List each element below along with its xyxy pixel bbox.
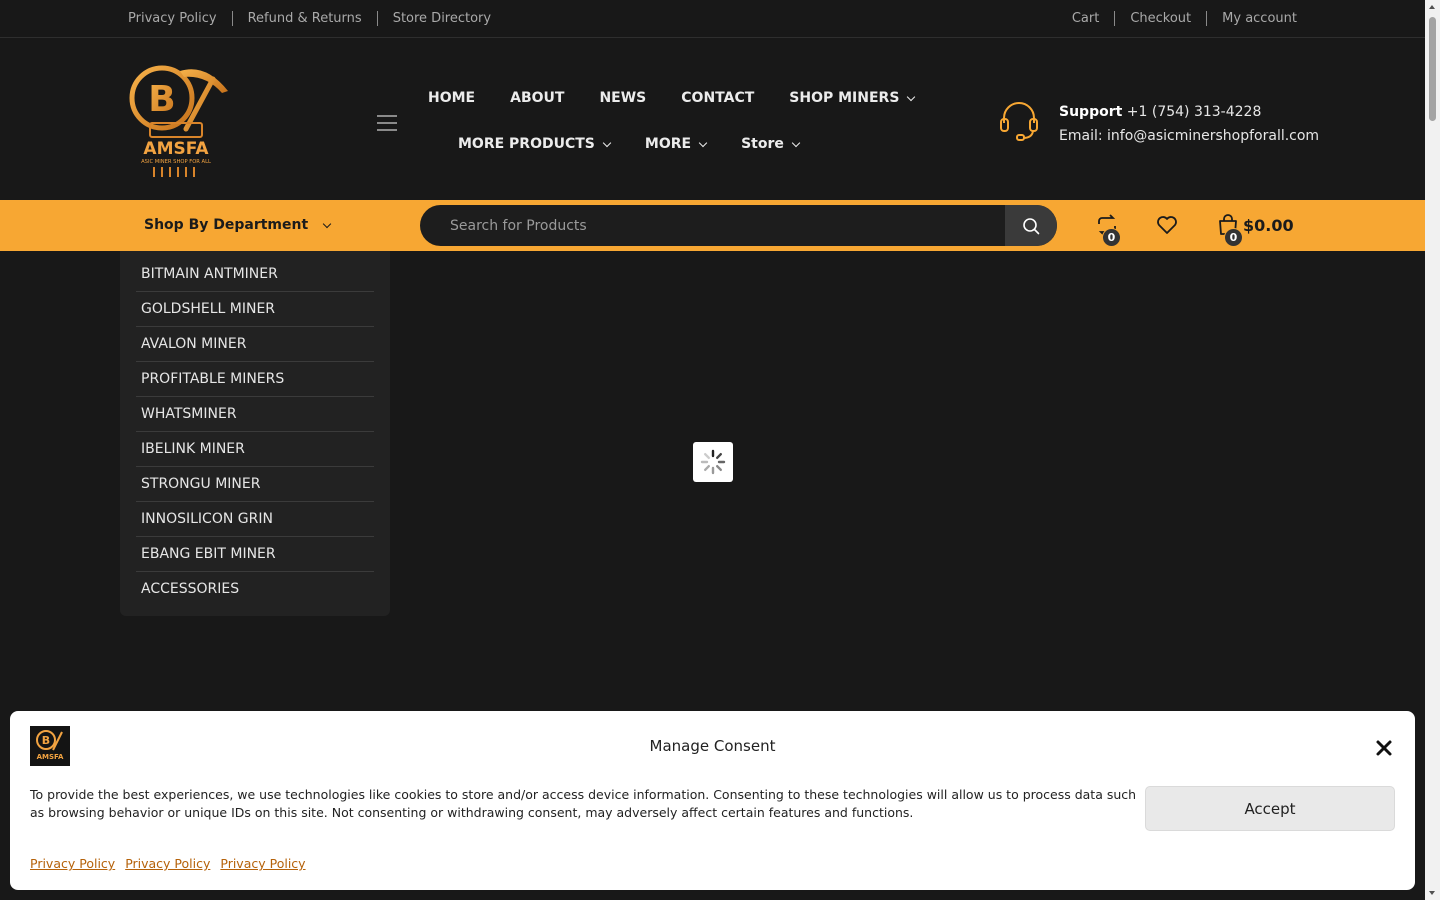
shop-by-department-toggle[interactable]: Shop By Department (144, 217, 332, 233)
accept-button[interactable]: Accept (1145, 786, 1395, 831)
chevron-down-icon (907, 92, 916, 101)
support-contact: Support +1 (754) 313-4228 Email: info@as… (1059, 100, 1319, 148)
cart-count-badge: 0 (1224, 228, 1243, 247)
consent-privacy-policy-link[interactable]: Privacy Policy (220, 856, 305, 871)
headset-icon (1000, 102, 1038, 141)
nav-home[interactable]: HOME (428, 90, 475, 106)
consent-links: Privacy Policy Privacy Policy Privacy Po… (30, 856, 316, 871)
department-list: BITMAIN ANTMINER GOLDSHELL MINER AVALON … (120, 251, 390, 616)
compare-button[interactable]: 0 (1095, 213, 1121, 247)
hamburger-icon[interactable] (377, 115, 397, 132)
divider (1206, 11, 1208, 26)
department-item[interactable]: WHATSMINER (136, 397, 374, 432)
department-item[interactable]: EBANG EBIT MINER (136, 537, 374, 572)
support-email[interactable]: Email: info@asicminershopforall.com (1059, 124, 1319, 148)
cart-button[interactable]: 0 (1216, 213, 1243, 247)
support-phone[interactable]: +1 (754) 313-4228 (1127, 104, 1262, 120)
compare-count-badge: 0 (1102, 228, 1121, 247)
cart-link[interactable]: Cart (1072, 11, 1100, 26)
consent-title: Manage Consent (649, 737, 776, 755)
logo-wordmark: AMSFA (143, 139, 209, 159)
department-item[interactable]: ACCESSORIES (136, 572, 374, 607)
main-nav-row-2: MORE PRODUCTS MORE Store (458, 136, 834, 152)
top-bar-left-links: Privacy Policy Refund & Returns Store Di… (128, 11, 491, 26)
product-search (420, 205, 1057, 246)
logo-tagline: ASIC MINER SHOP FOR ALL (141, 159, 211, 165)
scrollbar-thumb[interactable] (1429, 17, 1436, 121)
search-button[interactable] (1005, 205, 1057, 246)
department-search-bar: Shop By Department 0 0 $0.00 (0, 200, 1425, 251)
department-item[interactable]: AVALON MINER (136, 327, 374, 362)
department-item[interactable]: GOLDSHELL MINER (136, 292, 374, 327)
department-item[interactable]: BITMAIN ANTMINER (136, 257, 374, 292)
heart-icon (1157, 216, 1177, 234)
department-item[interactable]: STRONGU MINER (136, 467, 374, 502)
search-icon (1023, 217, 1040, 234)
consent-privacy-policy-link[interactable]: Privacy Policy (125, 856, 210, 871)
divider (1114, 11, 1116, 26)
cart-total[interactable]: $0.00 (1243, 216, 1294, 235)
loading-indicator (693, 442, 733, 482)
consent-description: To provide the best experiences, we use … (30, 787, 1137, 820)
nav-shop-miners[interactable]: SHOP MINERS (789, 90, 916, 106)
cookie-consent-banner: B AMSFA Manage Consent To provide the be… (10, 711, 1415, 890)
chevron-down-icon (698, 138, 708, 147)
nav-store[interactable]: Store (741, 136, 801, 152)
chevron-down-icon (322, 219, 332, 228)
department-item[interactable]: INNOSILICON GRIN (136, 502, 374, 537)
nav-about[interactable]: ABOUT (510, 90, 564, 106)
refund-returns-link[interactable]: Refund & Returns (248, 11, 362, 26)
chevron-down-icon (791, 138, 801, 147)
main-nav-row-1: HOME ABOUT NEWS CONTACT SHOP MINERS (428, 90, 949, 106)
nav-more[interactable]: MORE (645, 136, 708, 152)
wishlist-button[interactable] (1155, 213, 1181, 239)
consent-privacy-policy-link[interactable]: Privacy Policy (30, 856, 115, 871)
my-account-link[interactable]: My account (1222, 11, 1297, 26)
department-item[interactable]: PROFITABLE MINERS (136, 362, 374, 397)
divider (231, 11, 233, 26)
site-header: B AMSFA ASIC MINER SHOP FOR ALL HOME ABO… (0, 38, 1425, 200)
department-item[interactable]: IBELINK MINER (136, 432, 374, 467)
nav-more-products[interactable]: MORE PRODUCTS (458, 136, 612, 152)
chevron-down-icon (602, 138, 612, 147)
scroll-down-arrow[interactable] (1429, 891, 1435, 895)
close-icon[interactable] (1375, 739, 1393, 757)
privacy-policy-link[interactable]: Privacy Policy (128, 11, 217, 26)
checkout-link[interactable]: Checkout (1130, 11, 1191, 26)
top-bar-right-links: Cart Checkout My account (1072, 11, 1297, 26)
page-scrollbar[interactable] (1425, 0, 1440, 900)
support-label: Support (1059, 104, 1123, 120)
top-bar: Privacy Policy Refund & Returns Store Di… (0, 0, 1425, 38)
store-directory-link[interactable]: Store Directory (393, 11, 491, 26)
search-input[interactable] (420, 205, 1005, 246)
site-logo[interactable]: B AMSFA ASIC MINER SHOP FOR ALL (128, 65, 228, 181)
divider (376, 11, 378, 26)
spinner-icon (700, 449, 726, 475)
scroll-up-arrow[interactable] (1429, 5, 1435, 9)
logo-symbol: B (148, 79, 175, 120)
nav-news[interactable]: NEWS (599, 90, 646, 106)
nav-contact[interactable]: CONTACT (681, 90, 754, 106)
